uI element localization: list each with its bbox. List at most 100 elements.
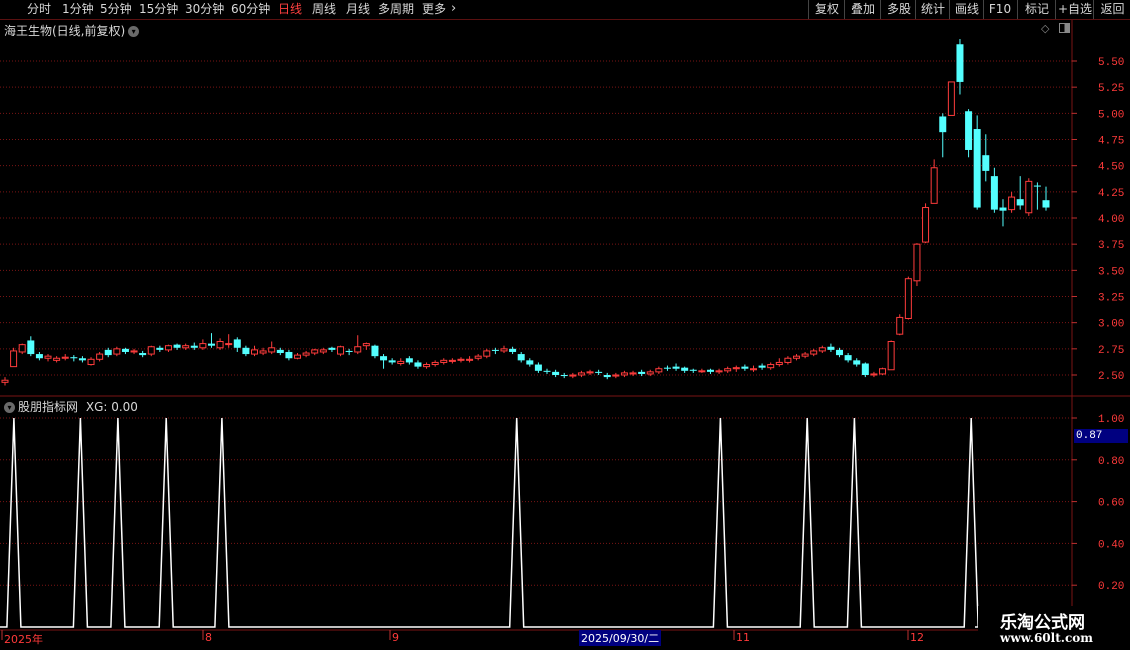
period-tab[interactable]: 60分钟 — [231, 1, 270, 18]
candle-up — [87, 358, 95, 366]
period-tab[interactable]: 分时 — [27, 1, 51, 18]
indicator-tick-label: 0.60 — [1098, 498, 1124, 510]
candle-up — [302, 352, 310, 356]
candlestick-chart[interactable]: 5.50 5.25 5.00 4.75 4.50 4.25 4.00 3.75 3.50 3.25… — [0, 0, 1130, 650]
price-tick-label: 3.75 — [1098, 240, 1124, 252]
indicator-tick-label: 0.80 — [1098, 456, 1124, 468]
candle-up — [922, 207, 930, 243]
candle-up — [1008, 196, 1016, 211]
candle-down — [345, 350, 353, 352]
candle-up — [397, 360, 405, 364]
candle-down — [233, 339, 241, 348]
date-axis-label: 9 — [392, 631, 399, 644]
candle-up — [319, 349, 327, 353]
candle-down — [543, 370, 551, 372]
candle-down — [380, 356, 388, 361]
candle-up — [18, 344, 26, 353]
candle-down — [560, 375, 568, 377]
period-tab[interactable]: 30分钟 — [185, 1, 224, 18]
candle-down — [603, 375, 611, 378]
toolbar-button[interactable]: 统计 — [915, 0, 950, 19]
diamond-icon[interactable]: ◇ — [1041, 22, 1049, 35]
candle-down — [638, 371, 646, 374]
chevron-down-icon[interactable]: ▾ — [128, 26, 140, 37]
candle-up — [1, 379, 9, 383]
candle-up — [818, 347, 826, 352]
candle-up — [620, 372, 628, 376]
price-tick-label: 2.75 — [1098, 345, 1124, 357]
period-tab[interactable]: 周线 — [312, 1, 336, 18]
candle-down — [758, 365, 766, 368]
candle-up — [113, 348, 121, 355]
candle-up — [250, 349, 258, 355]
period-tab[interactable]: 多周期 — [378, 1, 414, 18]
watermark-url: www.60lt.com — [1000, 631, 1093, 645]
candle-up — [612, 374, 620, 377]
date-axis-label: 8 — [205, 631, 212, 644]
candle-up — [1025, 180, 1033, 214]
candle-up — [569, 374, 577, 377]
chevron-down-icon[interactable]: ▾ — [4, 402, 15, 413]
toolbar-button[interactable]: +自选 — [1055, 0, 1094, 19]
candle-down — [104, 349, 112, 356]
candle-up — [294, 354, 302, 359]
period-tab[interactable]: 5分钟 — [100, 1, 132, 18]
candle-down — [844, 355, 852, 361]
period-tab[interactable]: 更多 — [422, 1, 446, 18]
toolbar-button[interactable]: 画线 — [949, 0, 984, 19]
candle-up — [53, 357, 61, 361]
candle-down — [1016, 199, 1024, 206]
candle-up — [879, 368, 887, 375]
candle-down — [35, 354, 43, 359]
price-tick-label: 5.00 — [1098, 109, 1124, 121]
candle-up — [61, 356, 69, 359]
candle-up — [199, 343, 207, 349]
toolbar-button[interactable]: 多股 — [880, 0, 917, 19]
indicator-cursor-value: 0.87 — [1074, 429, 1128, 443]
candle-up — [793, 355, 801, 359]
candle-up — [732, 367, 740, 370]
candle-up — [810, 350, 818, 355]
toolbar-button[interactable]: 叠加 — [844, 0, 881, 19]
watermark-logo-text: 乐淘公式网 — [1000, 613, 1085, 633]
candle-down — [990, 176, 998, 210]
candle-down — [663, 367, 671, 369]
xg-signal-line — [0, 417, 979, 628]
candle-up — [870, 373, 878, 376]
candle-up — [337, 346, 345, 355]
date-axis-label: 12 — [910, 631, 924, 644]
period-tab[interactable]: 15分钟 — [139, 1, 178, 18]
toolbar-button[interactable]: F10 — [983, 0, 1016, 19]
indicator-xg-value: XG: 0.00 — [85, 400, 138, 414]
candle-down — [173, 344, 181, 348]
price-tick-label: 5.25 — [1098, 83, 1124, 95]
candle-up — [784, 357, 792, 363]
chevron-right-icon[interactable]: › — [451, 0, 456, 17]
candle-down — [139, 353, 147, 356]
candle-down — [853, 360, 861, 365]
period-tab[interactable]: 1分钟 — [62, 1, 94, 18]
indicator-name: 股朋指标网 — [18, 400, 79, 414]
candle-up — [749, 368, 757, 371]
candle-down — [121, 348, 129, 352]
candle-up — [268, 347, 276, 353]
price-tick-label: 4.75 — [1098, 136, 1124, 148]
candle-up — [655, 368, 663, 373]
candle-down — [491, 349, 499, 351]
indicator-title: ▾ 股朋指标网 XG: 0.00 — [4, 398, 138, 415]
price-tick-label: 4.00 — [1098, 214, 1124, 226]
period-tab[interactable]: 日线 — [278, 1, 302, 18]
price-tick-label: 3.00 — [1098, 319, 1124, 331]
toolbar-button[interactable]: 返回 — [1093, 0, 1130, 19]
candle-down — [414, 362, 422, 367]
candle-up — [10, 350, 18, 368]
toolbar-button[interactable]: 复权 — [808, 0, 845, 19]
candle-up — [311, 349, 319, 354]
period-tab[interactable]: 月线 — [346, 1, 370, 18]
toolbar-button[interactable]: 标记 — [1017, 0, 1056, 19]
panel-toggle-icon[interactable] — [1059, 23, 1070, 33]
price-tick-label: 3.50 — [1098, 266, 1124, 278]
candle-up — [896, 316, 904, 335]
candle-down — [242, 347, 250, 355]
date-axis-label: 2025年 — [4, 633, 43, 646]
